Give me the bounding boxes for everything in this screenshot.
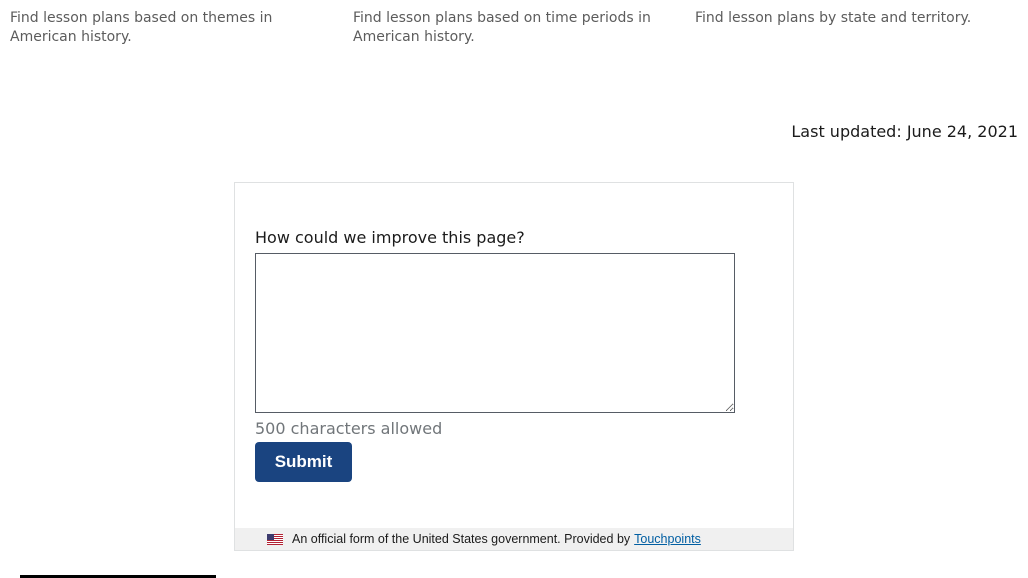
last-updated: Last updated: June 24, 2021 xyxy=(791,122,1018,141)
touchpoints-link[interactable]: Touchpoints xyxy=(634,532,701,546)
character-limit-hint: 500 characters allowed xyxy=(255,419,443,438)
feedback-footer: An official form of the United States go… xyxy=(235,528,793,550)
card-description-states: Find lesson plans by state and territory… xyxy=(695,10,972,26)
footer-text: An official form of the United States go… xyxy=(292,532,631,546)
card-description-time-periods: Find lesson plans based on time periods … xyxy=(353,10,651,45)
lesson-plan-cards: Find lesson plans based on themes in Ame… xyxy=(10,9,1020,47)
feedback-textarea[interactable] xyxy=(255,253,735,413)
us-flag-icon xyxy=(267,533,283,545)
feedback-question-label: How could we improve this page? xyxy=(255,228,525,247)
feedback-form: How could we improve this page? 500 char… xyxy=(234,182,794,551)
card-description-themes: Find lesson plans based on themes in Ame… xyxy=(10,10,273,45)
submit-button[interactable]: Submit xyxy=(255,442,352,482)
